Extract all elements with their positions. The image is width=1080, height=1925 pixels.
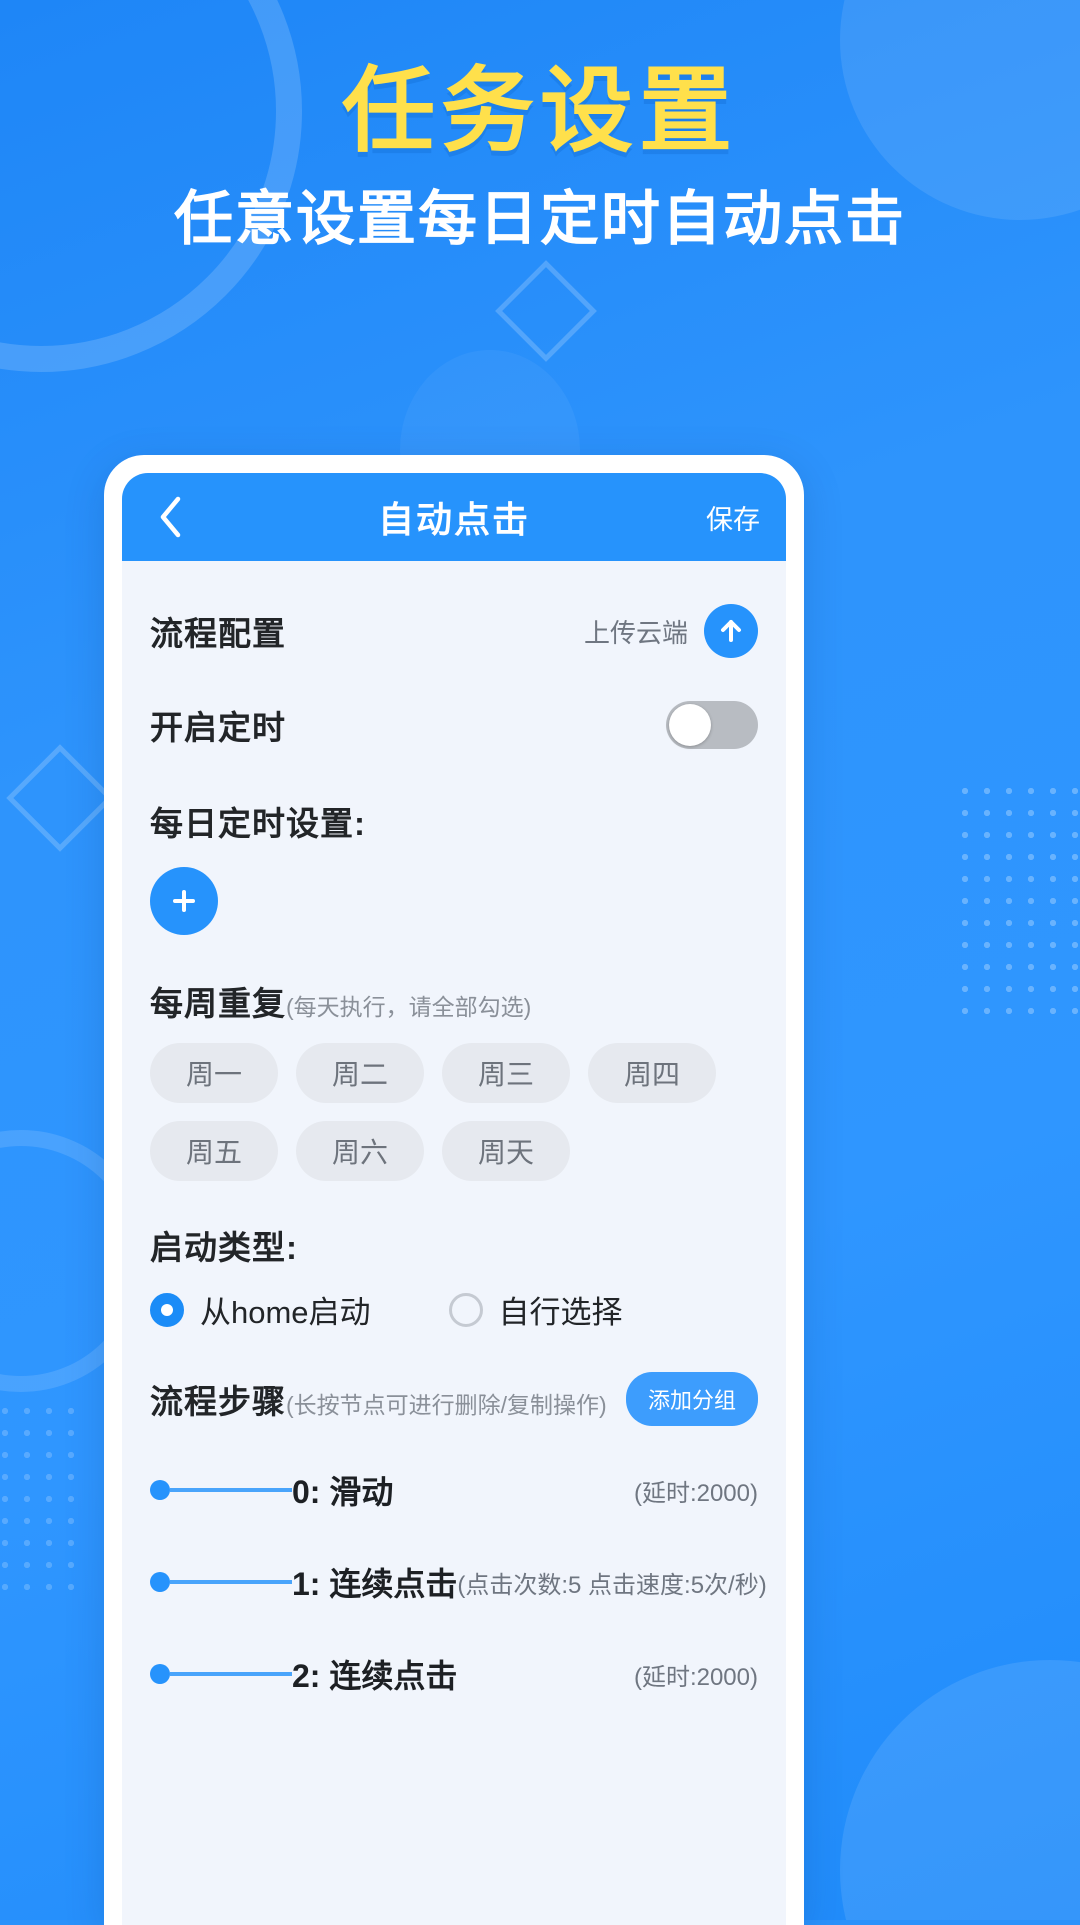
step-line — [170, 1488, 292, 1492]
plus-icon — [173, 890, 195, 912]
step-node-connector — [150, 1664, 292, 1684]
steps-list: 0: 滑动 (延时:2000) 1: 连续点击 (点击次数:5 点击速度:5次/… — [150, 1444, 767, 1720]
add-schedule-button[interactable] — [150, 867, 218, 935]
weekday-chip-tue[interactable]: 周二 — [296, 1043, 424, 1103]
launch-type-label: 启动类型: — [150, 1229, 298, 1266]
decor-diamond-left — [6, 744, 114, 852]
decor-dot-grid-right — [954, 780, 1080, 1030]
radio-label-from-home: 从home启动 — [200, 1295, 371, 1330]
step-meta: (延时:2000) — [633, 1479, 758, 1507]
enable-timer-toggle[interactable] — [666, 701, 758, 749]
upload-cloud-label: 上传云端 — [583, 617, 688, 648]
weekly-repeat-hint: (每天执行，请全部勾选) — [286, 994, 532, 1020]
weekday-chip-sun[interactable]: 周天 — [442, 1121, 570, 1181]
back-button[interactable] — [148, 495, 192, 539]
step-line — [170, 1672, 292, 1676]
settings-content: 流程配置 上传云端 开启定时 每日定时设置: 每周重复 (每天执行，请全部勾选)… — [122, 583, 786, 1720]
page-title: 任务设置 — [342, 59, 738, 163]
weekday-chip-wed[interactable]: 周三 — [442, 1043, 570, 1103]
radio-indicator-selected — [150, 1292, 184, 1327]
step-dot-icon — [150, 1572, 170, 1592]
step-dot-icon — [150, 1664, 170, 1684]
phone-screen: 自动点击 保存 流程配置 上传云端 开启定时 每日定时设置: 每周重复 (每天执… — [122, 473, 786, 1925]
save-button[interactable]: 保存 — [706, 498, 760, 537]
chevron-left-icon — [160, 496, 181, 538]
radio-option-manual-select[interactable]: 自行选择 — [448, 1287, 623, 1332]
launch-type-options: 从home启动 自行选择 — [150, 1287, 758, 1332]
step-meta: (点击次数:5 点击速度:5次/秒) — [457, 1571, 767, 1599]
radio-indicator-unselected — [448, 1292, 483, 1327]
upload-cloud-button[interactable] — [704, 604, 758, 658]
enable-timer-row: 开启定时 — [150, 679, 758, 771]
step-row[interactable]: 2: 连续点击 (延时:2000) — [150, 1628, 758, 1720]
step-name: 1: 连续点击 — [292, 1566, 458, 1602]
step-name: 2: 连续点击 — [292, 1658, 458, 1694]
step-dot-icon — [150, 1480, 170, 1500]
step-name: 0: 滑动 — [292, 1474, 394, 1510]
toggle-knob — [669, 704, 711, 746]
app-title: 自动点击 — [377, 499, 530, 540]
app-header: 自动点击 保存 — [122, 473, 786, 561]
flow-config-label: 流程配置 — [150, 615, 286, 652]
page-subtitle: 任意设置每日定时自动点击 — [173, 185, 906, 252]
step-line — [170, 1580, 292, 1584]
steps-header: 流程步骤 (长按节点可进行删除/复制操作) 添加分组 — [150, 1372, 758, 1426]
step-row[interactable]: 1: 连续点击 (点击次数:5 点击速度:5次/秒) — [150, 1536, 767, 1628]
flow-config-row: 流程配置 上传云端 — [150, 583, 758, 679]
weekday-chip-fri[interactable]: 周五 — [150, 1121, 278, 1181]
radio-label-manual-select: 自行选择 — [498, 1295, 623, 1330]
enable-timer-label: 开启定时 — [150, 709, 286, 746]
upload-arrow-icon — [721, 620, 741, 642]
poster-headings: 任务设置 任意设置每日定时自动点击 — [0, 0, 1080, 251]
step-node-connector — [150, 1572, 292, 1592]
steps-label: 流程步骤 — [150, 1383, 286, 1420]
step-row[interactable]: 0: 滑动 (延时:2000) — [150, 1444, 758, 1536]
decor-blob-bottom-right — [840, 1660, 1080, 1920]
phone-frame: 自动点击 保存 流程配置 上传云端 开启定时 每日定时设置: 每周重复 (每天执… — [104, 455, 804, 1925]
add-group-button[interactable]: 添加分组 — [625, 1372, 758, 1426]
decor-dot-grid-left — [0, 1400, 84, 1590]
decor-diamond-mid — [495, 260, 597, 362]
steps-hint: (长按节点可进行删除/复制操作) — [286, 1392, 607, 1418]
radio-option-from-home[interactable]: 从home启动 — [150, 1287, 371, 1332]
daily-schedule-label: 每日定时设置: — [150, 805, 366, 842]
weekly-repeat-header: 每周重复 (每天执行，请全部勾选) — [150, 977, 758, 1025]
weekday-chip-sat[interactable]: 周六 — [296, 1121, 424, 1181]
weekday-chip-mon[interactable]: 周一 — [150, 1043, 278, 1103]
steps-title-group: 流程步骤 (长按节点可进行删除/复制操作) — [150, 1375, 607, 1423]
weekday-chip-thu[interactable]: 周四 — [588, 1043, 716, 1103]
weekly-repeat-label: 每周重复 — [150, 985, 286, 1022]
step-meta: (延时:2000) — [633, 1663, 758, 1691]
weekday-chip-group: 周一 周二 周三 周四 周五 周六 周天 — [150, 1043, 758, 1181]
step-node-connector — [150, 1480, 292, 1500]
